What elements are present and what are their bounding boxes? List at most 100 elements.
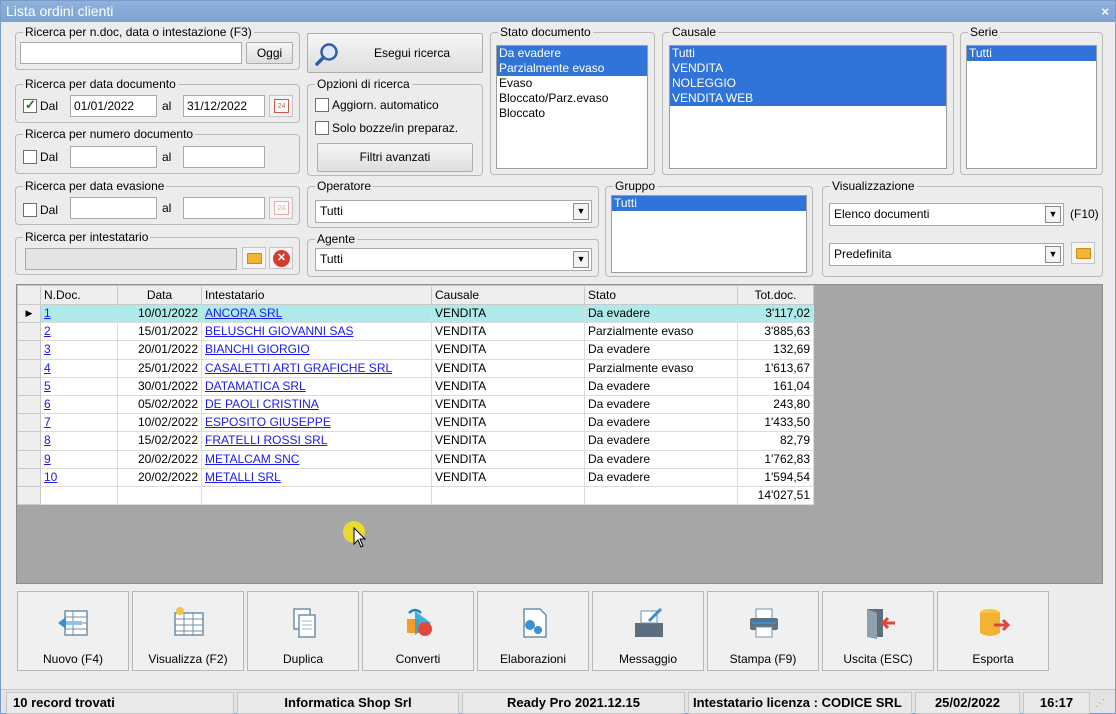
serie-list[interactable]: Tutti: [966, 45, 1097, 169]
cell-intestatario[interactable]: METALLI SRL: [201, 467, 432, 487]
causale-list-item[interactable]: VENDITA: [670, 61, 946, 76]
cell-ndoc[interactable]: 9: [40, 449, 118, 469]
cell-ndoc[interactable]: 3: [40, 340, 118, 360]
advanced-filters-button[interactable]: Filtri avanzati: [317, 143, 473, 172]
cell-ndoc-link[interactable]: 9: [44, 452, 51, 466]
date-eva-checkbox[interactable]: [23, 203, 37, 217]
today-button[interactable]: Oggi: [246, 42, 293, 64]
date-eva-to-input[interactable]: [183, 197, 265, 219]
date-doc-from-input[interactable]: 01/01/2022: [70, 95, 157, 117]
layout-select[interactable]: Predefinita ▼: [829, 243, 1064, 266]
stato-list-item[interactable]: Bloccato/Parz.evaso: [497, 91, 647, 106]
cell-ndoc[interactable]: 5: [40, 376, 118, 396]
cell-intestatario-link[interactable]: FRATELLI ROSSI SRL: [205, 433, 327, 447]
table-row[interactable]: 9 20/02/2022 METALCAM SNC VENDITA Da evadere…: [17, 449, 814, 469]
col-stato[interactable]: Stato: [584, 285, 738, 305]
cell-ndoc[interactable]: 10: [40, 467, 118, 487]
holder-browse-button[interactable]: [242, 247, 266, 269]
cell-intestatario-link[interactable]: DE PAOLI CRISTINA: [205, 397, 319, 411]
new-button[interactable]: Nuovo (F4): [17, 591, 129, 671]
cell-ndoc-link[interactable]: 10: [44, 470, 57, 484]
cell-intestatario-link[interactable]: CASALETTI ARTI GRAFICHE SRL: [205, 361, 392, 375]
process-button[interactable]: Elaborazioni: [477, 591, 589, 671]
close-icon[interactable]: ×: [1101, 1, 1109, 22]
cell-intestatario[interactable]: FRATELLI ROSSI SRL: [201, 431, 432, 451]
cell-intestatario-link[interactable]: METALCAM SNC: [205, 452, 299, 466]
view-select[interactable]: Elenco documenti ▼: [829, 203, 1064, 226]
resize-grip-icon[interactable]: ⋰: [1095, 698, 1105, 709]
export-button[interactable]: Esporta: [937, 591, 1049, 671]
cell-ndoc-link[interactable]: 2: [44, 324, 51, 338]
convert-button[interactable]: Converti: [362, 591, 474, 671]
cell-intestatario[interactable]: CASALETTI ARTI GRAFICHE SRL: [201, 358, 432, 378]
holder-input[interactable]: [25, 248, 237, 270]
table-row[interactable]: 8 15/02/2022 FRATELLI ROSSI SRL VENDITA Da e…: [17, 431, 814, 451]
num-doc-checkbox[interactable]: [23, 150, 37, 164]
cell-ndoc-link[interactable]: 3: [44, 342, 51, 356]
causale-list-item[interactable]: NOLEGGIO: [670, 76, 946, 91]
col-data[interactable]: Data: [117, 285, 202, 305]
cell-ndoc-link[interactable]: 6: [44, 397, 51, 411]
cell-ndoc-link[interactable]: 7: [44, 415, 51, 429]
cell-ndoc-link[interactable]: 4: [44, 361, 51, 375]
cell-ndoc[interactable]: 2: [40, 322, 118, 342]
operatore-select[interactable]: Tutti ▼: [315, 200, 592, 223]
cell-intestatario-link[interactable]: ESPOSITO GIUSEPPE: [205, 415, 331, 429]
cell-intestatario[interactable]: ESPOSITO GIUSEPPE: [201, 413, 432, 433]
print-button[interactable]: Stampa (F9): [707, 591, 819, 671]
date-doc-to-input[interactable]: 31/12/2022: [183, 95, 265, 117]
cell-ndoc-link[interactable]: 5: [44, 379, 51, 393]
cell-ndoc[interactable]: 7: [40, 413, 118, 433]
col-intestatario[interactable]: Intestatario: [201, 285, 432, 305]
table-row[interactable]: ▶ 1 10/01/2022 ANCORA SRL VENDITA Da evadere 3…: [17, 303, 814, 324]
cell-ndoc[interactable]: 6: [40, 394, 118, 415]
causale-list-item[interactable]: VENDITA WEB: [670, 91, 946, 106]
col-causale[interactable]: Causale: [431, 285, 585, 305]
cell-ndoc-link[interactable]: 8: [44, 433, 51, 447]
causale-list[interactable]: Tutti VENDITA NOLEGGIO VENDITA WEB: [669, 45, 947, 169]
cell-intestatario[interactable]: ANCORA SRL: [201, 303, 432, 324]
auto-update-checkbox[interactable]: [315, 98, 329, 112]
col-tot[interactable]: Tot.doc.: [737, 285, 814, 305]
message-button[interactable]: Messaggio: [592, 591, 704, 671]
col-ndoc[interactable]: N.Doc.: [40, 285, 118, 305]
cell-ndoc[interactable]: 1: [40, 303, 118, 324]
stato-list-item[interactable]: Parzialmente evaso: [497, 61, 647, 76]
table-row[interactable]: 4 25/01/2022 CASALETTI ARTI GRAFICHE SRL VE…: [17, 358, 814, 378]
cell-intestatario-link[interactable]: DATAMATICA SRL: [205, 379, 306, 393]
date-doc-calendar-button[interactable]: 24: [269, 95, 293, 117]
date-eva-calendar-button[interactable]: 24: [269, 197, 293, 219]
date-eva-from-input[interactable]: [70, 197, 157, 219]
exit-button[interactable]: Uscita (ESC): [822, 591, 934, 671]
layout-browse-button[interactable]: [1071, 242, 1095, 264]
cell-intestatario[interactable]: METALCAM SNC: [201, 449, 432, 469]
gruppo-list-item[interactable]: Tutti: [612, 196, 806, 211]
num-doc-to-input[interactable]: [183, 146, 265, 168]
cell-ndoc[interactable]: 4: [40, 358, 118, 378]
duplicate-button[interactable]: Duplica: [247, 591, 359, 671]
status-list[interactable]: Da evadere Parzialmente evaso Evaso Bloccat…: [496, 45, 648, 169]
date-doc-checkbox[interactable]: [23, 97, 37, 113]
table-row[interactable]: 5 30/01/2022 DATAMATICA SRL VENDITA Da evade…: [17, 376, 814, 396]
agente-select[interactable]: Tutti ▼: [315, 248, 592, 271]
table-row[interactable]: 10 20/02/2022 METALLI SRL VENDITA Da evadere…: [17, 467, 814, 487]
cell-intestatario-link[interactable]: ANCORA SRL: [205, 306, 282, 320]
view-button[interactable]: Visualizza (F2): [132, 591, 244, 671]
table-row[interactable]: 7 10/02/2022 ESPOSITO GIUSEPPE VENDITA Da ev…: [17, 413, 814, 433]
cell-intestatario-link[interactable]: BIANCHI GIORGIO: [205, 342, 310, 356]
table-row[interactable]: 6 05/02/2022 DE PAOLI CRISTINA VENDITA Da ev…: [17, 394, 814, 415]
cell-intestatario[interactable]: BIANCHI GIORGIO: [201, 340, 432, 360]
cell-intestatario-link[interactable]: BELUSCHI GIOVANNI SAS: [205, 324, 353, 338]
search-doc-input[interactable]: [20, 42, 242, 64]
cell-intestatario[interactable]: DE PAOLI CRISTINA: [201, 394, 432, 415]
execute-search-button[interactable]: Esegui ricerca: [307, 33, 483, 73]
table-row[interactable]: 3 20/01/2022 BIANCHI GIORGIO VENDITA Da evad…: [17, 340, 814, 360]
causale-list-item[interactable]: Tutti: [670, 46, 946, 61]
holder-clear-button[interactable]: ✕: [269, 247, 293, 269]
serie-list-item[interactable]: Tutti: [967, 46, 1096, 61]
stato-list-item[interactable]: Bloccato: [497, 106, 647, 121]
drafts-only-checkbox[interactable]: [315, 121, 329, 135]
orders-grid[interactable]: N.Doc. Data Intestatario Causale Stato T…: [16, 284, 1103, 584]
cell-ndoc-link[interactable]: 1: [44, 306, 51, 320]
cell-ndoc[interactable]: 8: [40, 431, 118, 451]
